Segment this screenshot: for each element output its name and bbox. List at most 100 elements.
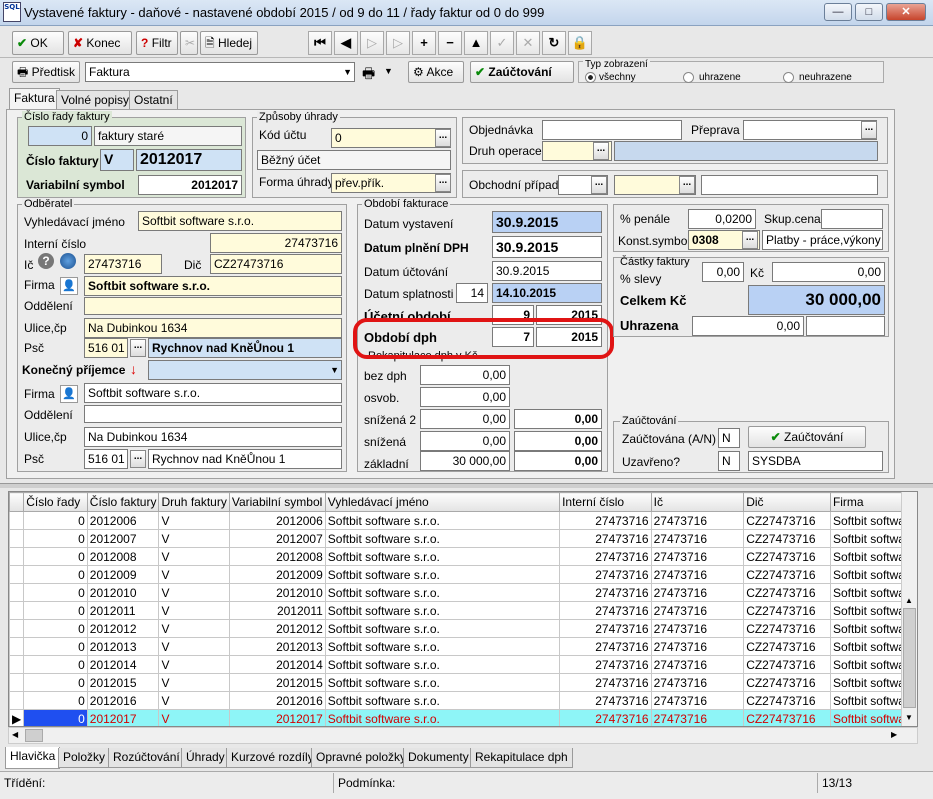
table-cell[interactable]: 27473716 <box>559 619 652 638</box>
table-cell[interactable]: 27473716 <box>559 655 652 674</box>
tab-ostatni[interactable]: Ostatní <box>129 90 178 110</box>
sleva-kc-field[interactable]: 0,00 <box>772 262 885 282</box>
table-cell[interactable]: CZ27473716 <box>743 583 831 602</box>
minimize-button[interactable]: — <box>824 3 852 21</box>
tab-rekapitulace-dph[interactable]: Rekapitulace dph <box>470 748 573 768</box>
forma-uhrady-lookup-button[interactable]: ... <box>435 174 451 192</box>
table-cell[interactable]: V <box>158 583 230 602</box>
uhrazena-field[interactable]: 0,00 <box>692 316 804 336</box>
table-cell[interactable]: 2012014 <box>86 655 160 674</box>
table-cell[interactable]: 27473716 <box>650 655 745 674</box>
table-cell[interactable]: 2012007 <box>228 529 326 548</box>
table-cell[interactable]: CZ27473716 <box>743 691 831 710</box>
preprava-field[interactable] <box>743 120 877 140</box>
table-cell[interactable]: 27473716 <box>559 709 652 726</box>
column-header[interactable]: Firma <box>829 492 913 512</box>
scroll-right-icon[interactable]: ▶ <box>891 730 897 739</box>
table-cell[interactable]: V <box>158 601 230 620</box>
prijemce-firma-line2-field[interactable] <box>84 405 342 423</box>
column-header[interactable]: Interní číslo <box>559 492 652 512</box>
table-cell[interactable]: 27473716 <box>650 511 745 530</box>
dic-field[interactable]: CZ27473716 <box>210 254 342 274</box>
table-cell[interactable]: 27473716 <box>559 673 652 692</box>
table-cell[interactable]: 27473716 <box>650 547 745 566</box>
table-row[interactable]: 0 2012011 V 2012011 Softbit software s.r.o. 2… <box>9 601 917 620</box>
datum-vystaveni-field[interactable]: 30.9.2015 <box>492 211 602 233</box>
table-cell[interactable]: Softbit softwar <box>829 655 913 674</box>
forma-uhrady-field[interactable]: přev.přík. <box>331 173 451 193</box>
rada-field[interactable]: 0 <box>28 126 92 146</box>
table-row[interactable]: 0 2012016 V 2012016 Softbit software s.r.o. 2… <box>9 691 917 710</box>
objednavka-field[interactable] <box>542 120 682 140</box>
table-cell[interactable]: V <box>158 709 230 726</box>
table-cell[interactable]: 0 <box>23 709 88 726</box>
table-cell[interactable]: 2012016 <box>86 691 160 710</box>
table-cell[interactable]: 0 <box>23 637 88 656</box>
column-header[interactable]: Variabilní symbol <box>228 492 326 512</box>
horizontal-scroll-thumb[interactable] <box>25 729 43 742</box>
column-header[interactable]: Vyhledávací jméno <box>324 492 561 512</box>
cislo-faktury-field[interactable]: 2012017 <box>136 149 242 171</box>
radio-neuhrazene[interactable] <box>783 72 794 83</box>
table-cell[interactable]: 27473716 <box>650 709 745 726</box>
table-cell[interactable]: 2012011 <box>86 601 160 620</box>
typ-faktury-field[interactable]: V <box>100 149 134 171</box>
table-cell[interactable]: V <box>158 529 230 548</box>
table-cell[interactable]: 2012010 <box>228 583 326 602</box>
table-cell[interactable]: Softbit softwar <box>829 547 913 566</box>
table-cell[interactable]: 2012013 <box>86 637 160 656</box>
lock-icon[interactable]: 🔒 <box>568 31 592 55</box>
table-cell[interactable]: 2012015 <box>86 673 160 692</box>
table-cell[interactable]: Softbit software s.r.o. <box>324 691 561 710</box>
table-cell[interactable]: 0 <box>23 511 88 530</box>
table-row[interactable]: 0 2012006 V 2012006 Softbit software s.r.o. 2… <box>9 511 917 530</box>
clear-filter-button[interactable]: ✂ <box>180 31 198 55</box>
table-cell[interactable]: V <box>158 619 230 638</box>
tab-dokumenty[interactable]: Dokumenty <box>403 748 474 768</box>
table-cell[interactable]: Softbit softwar <box>829 673 913 692</box>
datum-splatnosti-field[interactable]: 14.10.2015 <box>492 283 602 303</box>
table-cell[interactable]: 0 <box>23 673 88 692</box>
splitter[interactable] <box>0 483 933 488</box>
table-cell[interactable]: 0 <box>23 565 88 584</box>
table-cell[interactable]: 27473716 <box>650 565 745 584</box>
prijemce-psc-field[interactable]: 516 01 <box>84 449 128 469</box>
psc-field[interactable]: 516 01 <box>84 338 128 358</box>
horizontal-scrollbar[interactable]: ◀ ▶ <box>8 727 918 744</box>
table-cell[interactable]: 2012012 <box>228 619 326 638</box>
table-cell[interactable]: 2012010 <box>86 583 160 602</box>
table-cell[interactable]: Softbit softwar <box>829 637 913 656</box>
table-cell[interactable]: Softbit software s.r.o. <box>324 673 561 692</box>
tab-opravne-polozky[interactable]: Opravné položky <box>311 748 412 768</box>
zauctovana-field[interactable]: N <box>718 428 740 448</box>
splatnost-days-field[interactable]: 14 <box>456 283 488 303</box>
akce-button[interactable]: ⚙ Akce <box>408 61 464 83</box>
table-cell[interactable]: 2012008 <box>228 547 326 566</box>
table-cell[interactable]: 2012008 <box>86 547 160 566</box>
table-cell[interactable]: 2012007 <box>86 529 160 548</box>
scroll-up-icon[interactable]: ▲ <box>905 596 913 605</box>
table-cell[interactable]: 27473716 <box>650 619 745 638</box>
table-cell[interactable]: V <box>158 565 230 584</box>
tab-uhrady[interactable]: Úhrady <box>181 748 230 768</box>
table-row[interactable]: 0 2012013 V 2012013 Softbit software s.r.o. 2… <box>9 637 917 656</box>
table-cell[interactable]: 0 <box>23 655 88 674</box>
column-header[interactable]: Číslo řady <box>23 492 88 512</box>
last-record-icon[interactable]: ▷ <box>386 31 410 55</box>
table-cell[interactable]: Softbit software s.r.o. <box>324 529 561 548</box>
table-cell[interactable]: 2012006 <box>228 511 326 530</box>
vyhledavaci-jmeno-field[interactable]: Softbit software s.r.o. <box>138 211 342 231</box>
table-cell[interactable]: 27473716 <box>559 529 652 548</box>
datum-plneni-dph-field[interactable]: 30.9.2015 <box>492 236 602 258</box>
table-cell[interactable]: 2012006 <box>86 511 160 530</box>
druh-operace-lookup-button[interactable]: ... <box>593 142 609 160</box>
table-cell[interactable]: 27473716 <box>650 673 745 692</box>
scroll-left-icon[interactable]: ◀ <box>12 730 18 739</box>
tab-kurzove-rozdily[interactable]: Kurzové rozdíly <box>226 748 319 768</box>
scroll-down-icon[interactable]: ▼ <box>905 713 913 722</box>
tab-volne-popisy[interactable]: Volné popisy <box>56 90 135 110</box>
table-cell[interactable]: CZ27473716 <box>743 547 831 566</box>
ic-field[interactable]: 27473716 <box>84 254 162 274</box>
table-cell[interactable]: 2012009 <box>86 565 160 584</box>
variabilni-symbol-field[interactable]: 2012017 <box>138 175 242 195</box>
